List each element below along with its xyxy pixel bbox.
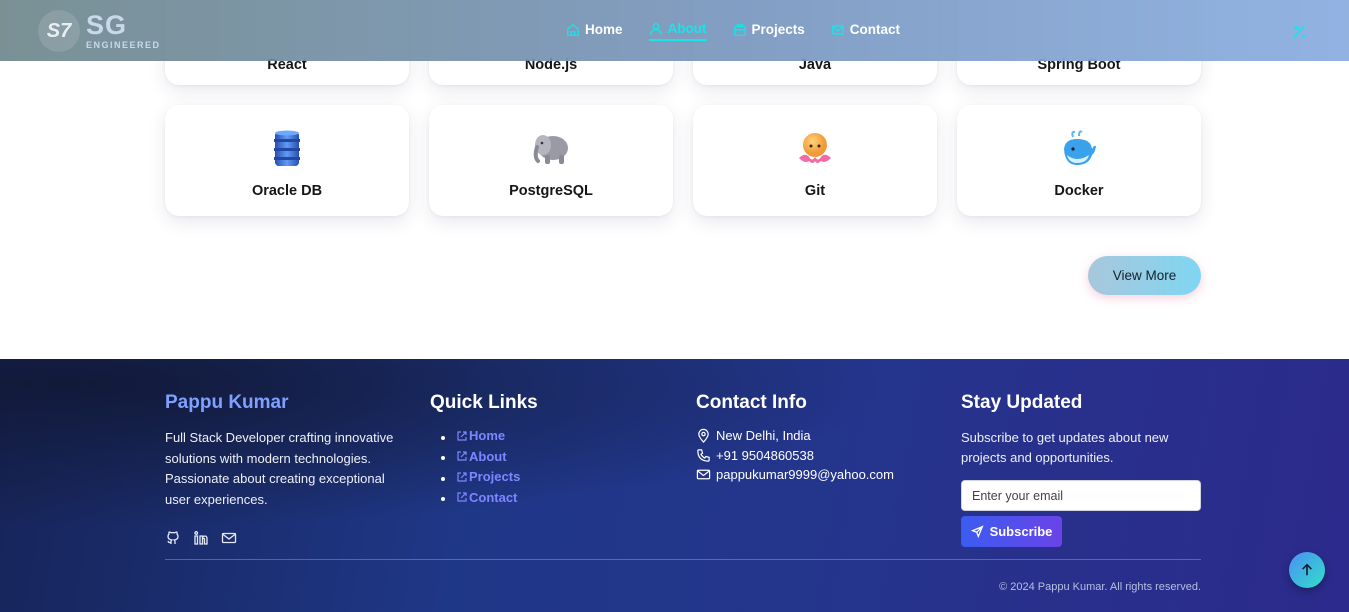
mail-icon	[696, 469, 711, 480]
footer-name: Pappu Kumar	[165, 392, 289, 413]
skill-card-postgresql: PostgreSQL	[429, 105, 673, 216]
list-item: About	[456, 449, 630, 466]
footer-divider	[165, 559, 1201, 560]
nav-menu: Home About Projects Contact	[566, 21, 900, 41]
contact-location-text: New Delhi, India	[716, 428, 811, 443]
logo-text: SG ENGINEERED	[86, 12, 161, 50]
elephant-icon	[529, 127, 573, 171]
theme-toggle-icon[interactable]	[1290, 22, 1310, 42]
footer: Pappu Kumar Full Stack Developer craftin…	[0, 359, 1349, 612]
nav-item-contact[interactable]: Contact	[831, 21, 900, 41]
external-link-icon	[457, 492, 467, 502]
contact-phone-text: +91 9504860538	[716, 447, 814, 463]
github-icon[interactable]	[165, 530, 181, 546]
quick-link-home[interactable]: Home	[456, 428, 505, 443]
phone-icon	[697, 449, 710, 462]
folder-icon	[733, 23, 746, 36]
footer-description: Full Stack Developer crafting innovative…	[165, 430, 394, 507]
mail-icon[interactable]	[221, 530, 237, 546]
octopus-icon	[793, 127, 837, 171]
contact-email-text: pappukumar9999@yahoo.com	[716, 467, 894, 482]
quick-link-label: About	[469, 448, 507, 464]
send-icon	[970, 525, 984, 538]
footer-quick-links: Quick Links Home About Projects Contact	[430, 392, 630, 510]
contact-email: pappukumar9999@yahoo.com	[696, 467, 936, 483]
quick-link-label: Home	[469, 428, 506, 443]
skill-card-oracle-db: Oracle DB	[165, 105, 409, 216]
quick-links-list: Home About Projects Contact	[430, 428, 630, 506]
logo-subtitle: ENGINEERED	[86, 40, 161, 50]
list-item: Contact	[456, 490, 630, 507]
nav-label: Contact	[849, 22, 901, 37]
external-link-icon	[457, 430, 467, 441]
subscribe-button[interactable]: Subscribe	[961, 516, 1062, 547]
location-pin-icon	[698, 429, 709, 444]
newsletter-title: Stay Updated	[961, 392, 1083, 413]
linkedin-icon[interactable]	[193, 530, 209, 546]
social-links	[165, 530, 405, 546]
whale-icon	[1057, 127, 1101, 171]
subscribe-label: Subscribe	[989, 524, 1053, 539]
scroll-to-top-button[interactable]	[1289, 552, 1325, 588]
quick-link-projects[interactable]: Projects	[456, 469, 520, 484]
database-barrel-icon	[265, 127, 309, 171]
footer-newsletter: Stay Updated Subscribe to get updates ab…	[961, 392, 1201, 547]
nav-item-projects[interactable]: Projects	[733, 21, 805, 41]
quick-links-title: Quick Links	[430, 392, 538, 413]
contact-phone: +91 9504860538	[696, 448, 936, 464]
navbar: S7 SG ENGINEERED Home About Projects Con…	[0, 0, 1349, 61]
nav-item-about[interactable]: About	[648, 21, 707, 41]
skill-label: Oracle DB	[251, 183, 323, 199]
skill-card-git: Git	[693, 105, 937, 216]
quick-link-contact[interactable]: Contact	[456, 490, 517, 505]
newsletter-email-input[interactable]	[961, 480, 1201, 511]
mail-icon	[831, 24, 844, 35]
skill-label: Git	[804, 183, 826, 199]
nav-item-home[interactable]: Home	[566, 21, 623, 41]
logo-mark: S7	[38, 10, 80, 52]
skill-label: Docker	[1054, 183, 1104, 199]
nav-label: Home	[585, 22, 623, 37]
quick-link-about[interactable]: About	[456, 449, 507, 464]
quick-link-label: Projects	[469, 469, 521, 484]
contact-title: Contact Info	[696, 392, 807, 413]
copyright: © 2024 Pappu Kumar. All rights reserved.	[999, 581, 1201, 593]
external-link-icon	[457, 451, 467, 461]
list-item: Projects	[456, 469, 630, 486]
arrow-up-icon	[1302, 563, 1312, 576]
external-link-icon	[457, 471, 467, 482]
logo-title: SG	[86, 10, 128, 40]
list-item: Home	[456, 428, 630, 445]
quick-link-label: Contact	[469, 489, 518, 505]
skill-card-docker: Docker	[957, 105, 1201, 216]
view-more-button[interactable]: View More	[1088, 256, 1201, 295]
newsletter-text: Subscribe to get updates about new proje…	[961, 430, 1169, 465]
footer-contact: Contact Info New Delhi, India +91 950486…	[696, 392, 936, 487]
skill-label: PostgreSQL	[509, 183, 593, 199]
footer-about: Pappu Kumar Full Stack Developer craftin…	[165, 392, 405, 546]
user-icon	[649, 22, 662, 35]
logo[interactable]: S7 SG ENGINEERED	[38, 10, 161, 52]
nav-label: About	[667, 21, 707, 36]
home-icon	[567, 23, 579, 36]
contact-location: New Delhi, India	[696, 428, 936, 444]
nav-label: Projects	[751, 22, 805, 37]
